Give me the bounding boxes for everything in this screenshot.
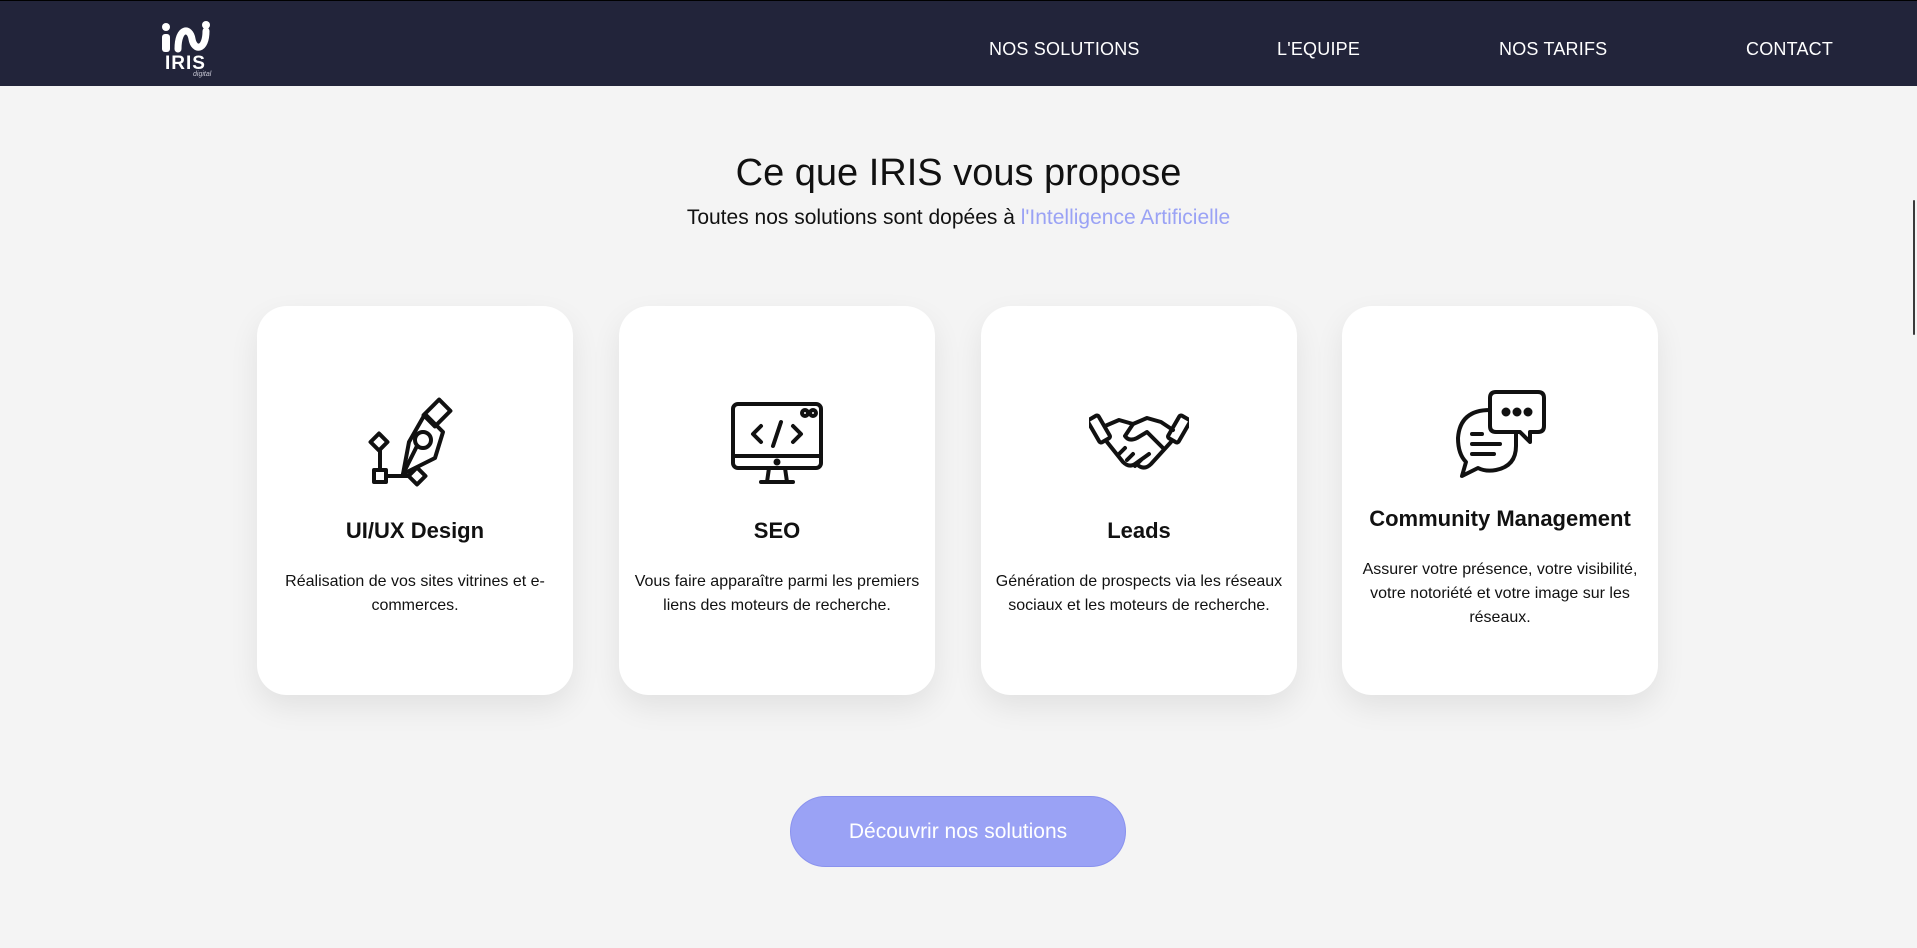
pen-tool-icon — [365, 392, 465, 492]
discover-solutions-button[interactable]: Découvrir nos solutions — [790, 796, 1126, 867]
service-card-uiux[interactable]: UI/UX Design Réalisation de vos sites vi… — [257, 306, 573, 695]
card-description: Génération de prospects via les réseaux … — [995, 573, 1283, 614]
service-card-seo[interactable]: SEO Vous faire apparaître parmi les prem… — [619, 306, 935, 695]
subtitle-highlight: l'Intelligence Artificielle — [1020, 206, 1231, 229]
monitor-code-icon — [727, 392, 827, 492]
nav-link-equipe[interactable]: L'EQUIPE — [1277, 39, 1360, 60]
logo-mark-icon — [162, 21, 210, 53]
service-card-community[interactable]: Community Management Assurer votre prése… — [1342, 306, 1658, 695]
service-card-leads[interactable]: Leads Génération de prospects via les ré… — [981, 306, 1297, 695]
card-description: Assurer votre présence, votre visibilité… — [1362, 561, 1638, 626]
section-subtitle: Toutes nos solutions sont dopées à l'Int… — [0, 206, 1917, 230]
card-title: SEO — [753, 518, 801, 543]
handshake-icon — [1086, 392, 1192, 492]
nav-link-tarifs[interactable]: NOS TARIFS — [1499, 39, 1607, 60]
card-title: Community Management — [1369, 506, 1631, 531]
card-title: UI/UX Design — [345, 518, 485, 543]
chat-bubbles-icon — [1450, 382, 1550, 482]
nav-link-contact[interactable]: CONTACT — [1746, 39, 1833, 60]
card-title: Leads — [1107, 518, 1171, 543]
brand-tagline: digital — [193, 71, 212, 78]
card-description: Réalisation de vos sites vitrines et e-c… — [285, 573, 545, 614]
nav-link-solutions[interactable]: NOS SOLUTIONS — [989, 39, 1140, 60]
section-title: Ce que IRIS vous propose — [735, 152, 1182, 194]
top-navbar: IRIS digital NOS SOLUTIONS L'EQUIPE NOS … — [0, 0, 1917, 86]
subtitle-text: Toutes nos solutions sont dopées à — [686, 206, 1021, 229]
card-description: Vous faire apparaître parmi les premiers… — [634, 573, 920, 614]
